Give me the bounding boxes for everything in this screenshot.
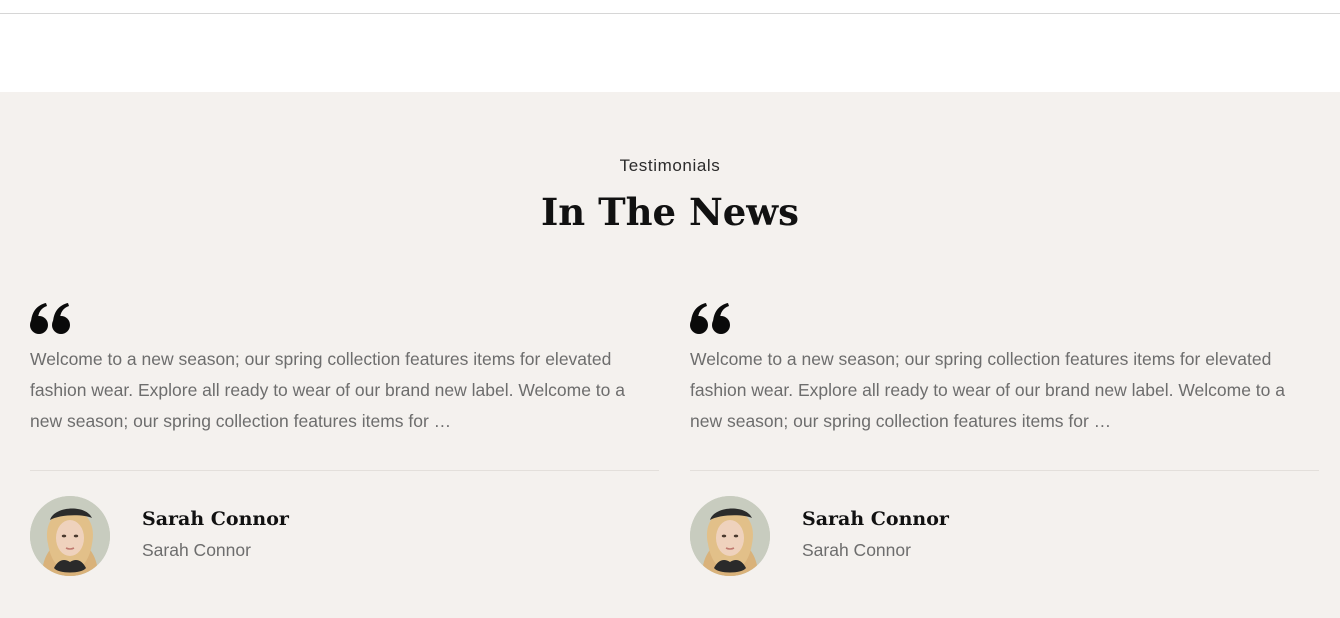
- testimonial-quote: Welcome to a new season; our spring coll…: [690, 349, 1285, 431]
- testimonial-card: Welcome to a new season; our spring coll…: [690, 302, 1319, 592]
- avatar: [30, 496, 110, 576]
- quote-icon: [690, 302, 732, 336]
- author-role: Sarah Connor: [802, 540, 911, 560]
- card-divider: [30, 470, 659, 471]
- testimonials-section: Testimonials In The News Welcome to a ne…: [0, 92, 1340, 618]
- testimonial-card: Welcome to a new season; our spring coll…: [30, 302, 659, 592]
- card-divider: [690, 470, 1319, 471]
- section-eyebrow: Testimonials: [619, 156, 721, 175]
- testimonial-quote: Welcome to a new season; our spring coll…: [30, 349, 625, 431]
- section-title: In The News: [541, 190, 799, 234]
- avatar: [690, 496, 770, 576]
- author-name: Sarah Connor: [142, 508, 289, 530]
- quote-icon: [30, 302, 72, 336]
- top-divider: [0, 13, 1340, 14]
- author-role: Sarah Connor: [142, 540, 251, 560]
- author-name: Sarah Connor: [802, 508, 949, 530]
